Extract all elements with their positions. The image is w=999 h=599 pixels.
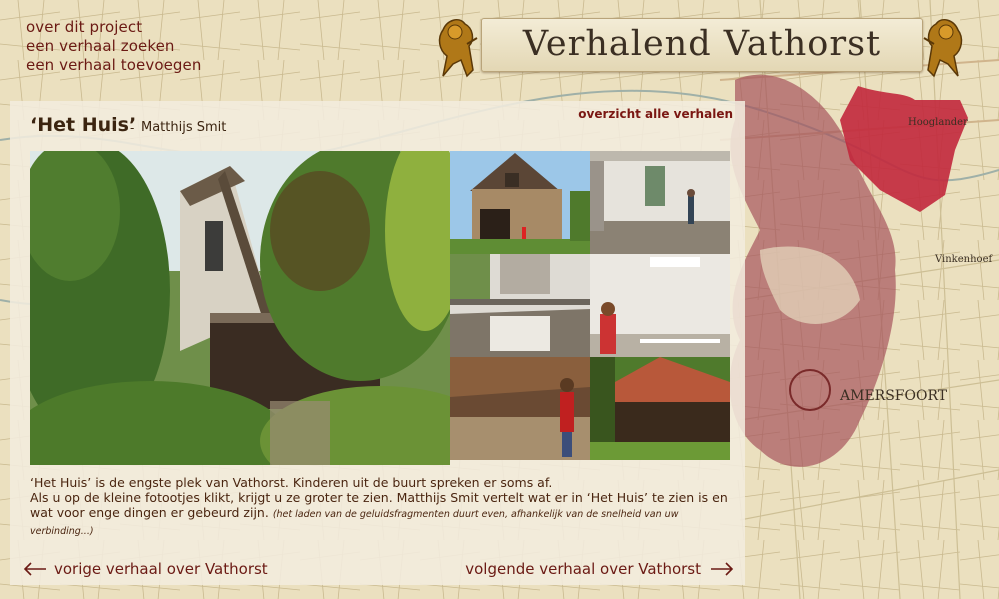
next-story-label: volgende verhaal over Vathorst	[465, 560, 701, 578]
banner-scroll: Verhalend Vathorst	[481, 18, 923, 72]
description-line-1: ‘Het Huis’ is de engste plek van Vathors…	[30, 475, 553, 490]
main-photo	[30, 151, 450, 465]
main-nav: over dit project een verhaal zoeken een …	[26, 18, 202, 75]
previous-story-label: vorige verhaal over Vathorst	[54, 560, 268, 578]
thumbnail-attic-boy[interactable]	[450, 357, 590, 460]
previous-story-link[interactable]: vorige verhaal over Vathorst	[22, 560, 268, 578]
thumbnail-house-exterior[interactable]	[450, 151, 590, 254]
story-title: ‘Het Huis’	[30, 114, 137, 136]
lion-crest-icon	[438, 19, 478, 78]
next-story-link[interactable]: volgende verhaal over Vathorst	[465, 560, 735, 578]
svg-text:Vinkenhoef: Vinkenhoef	[934, 254, 993, 265]
story-description: ‘Het Huis’ is de engste plek van Vathors…	[30, 475, 730, 539]
overview-all-stories-link[interactable]: overzicht alle verhalen	[578, 107, 733, 121]
story-panel: ‘Het Huis’ - Matthijs Smit overzicht all…	[10, 101, 745, 585]
arrow-left-icon	[23, 562, 46, 576]
story-author: Matthijs Smit	[141, 120, 227, 135]
lion-crest-icon	[923, 19, 963, 78]
thumbnail-interior-girl[interactable]	[590, 254, 730, 357]
nav-item-about[interactable]: over dit project	[26, 18, 202, 37]
arrow-right-icon	[711, 562, 734, 576]
svg-text:Hooglander: Hooglander	[908, 117, 968, 128]
site-title: Verhalend Vathorst	[522, 24, 882, 64]
thumbnail-kitchen[interactable]	[450, 254, 590, 357]
thumbnail-shed[interactable]	[590, 357, 730, 460]
svg-text:AMERSFOORT: AMERSFOORT	[839, 388, 948, 404]
nav-item-add-story[interactable]: een verhaal toevoegen	[26, 56, 202, 75]
site-banner: Verhalend Vathorst	[433, 12, 968, 84]
thumbnail-interior-boy[interactable]	[590, 151, 730, 254]
title-separator: -	[130, 121, 135, 135]
nav-item-search-story[interactable]: een verhaal zoeken	[26, 37, 202, 56]
